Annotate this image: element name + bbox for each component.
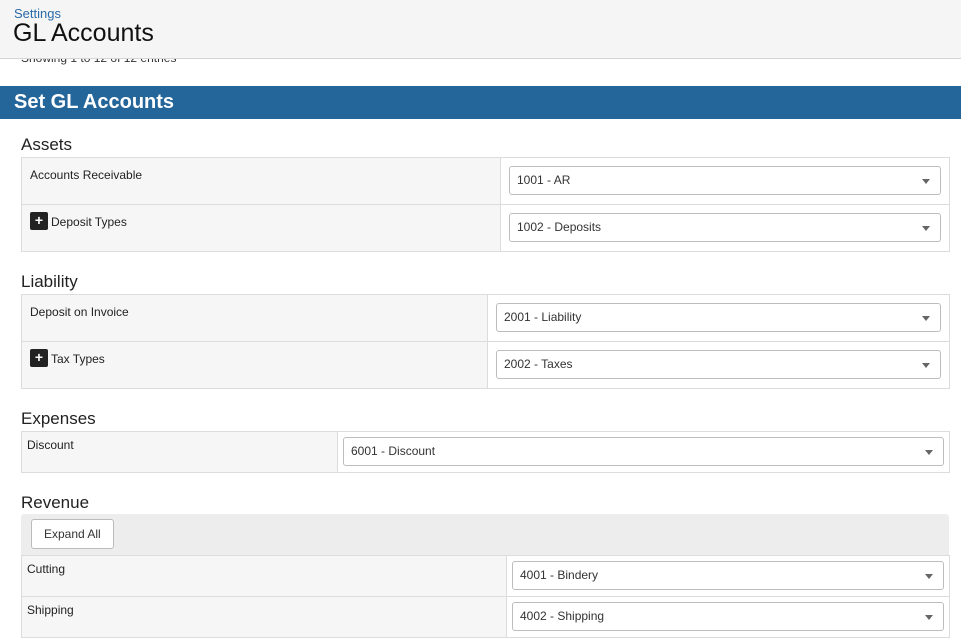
account-cell: 1001 - AR xyxy=(500,157,950,205)
row-label: Cutting xyxy=(21,555,507,597)
account-select[interactable]: 2002 - Taxes xyxy=(496,350,941,379)
select-value: 4001 - Bindery xyxy=(520,568,599,582)
page-title: GL Accounts xyxy=(13,19,154,47)
caret-down-icon xyxy=(922,179,930,184)
account-select[interactable]: 4001 - Bindery xyxy=(512,561,944,590)
row-label: + Tax Types xyxy=(21,341,488,389)
row-label: Deposit on Invoice xyxy=(21,294,488,342)
section-heading-revenue: Revenue xyxy=(21,493,90,512)
expand-plus-button[interactable]: + xyxy=(30,349,48,368)
table-row: + Deposit Types 1002 - Deposits xyxy=(21,204,950,252)
select-value: 6001 - Discount xyxy=(351,444,436,458)
section-heading-expenses: Expenses xyxy=(21,409,96,428)
row-label-text: Cutting xyxy=(27,562,66,576)
assets-table: Accounts Receivable 1001 - AR + Deposit T… xyxy=(21,157,950,252)
select-value: 2002 - Taxes xyxy=(504,357,573,371)
row-label: Accounts Receivable xyxy=(21,157,501,205)
revenue-table: Cutting 4001 - Bindery Shipping 4002 - S… xyxy=(21,555,950,638)
row-label: Discount xyxy=(21,431,338,473)
liability-table: Deposit on Invoice 2001 - Liability + Tax… xyxy=(21,294,950,389)
row-label: + Deposit Types xyxy=(21,204,501,252)
caret-down-icon xyxy=(922,316,930,321)
table-row: Cutting 4001 - Bindery xyxy=(21,555,950,597)
caret-down-icon xyxy=(922,226,930,231)
account-select[interactable]: 1001 - AR xyxy=(509,166,941,195)
expand-plus-button[interactable]: + xyxy=(30,212,48,231)
expenses-table: Discount 6001 - Discount xyxy=(21,431,950,473)
table-row: Accounts Receivable 1001 - AR xyxy=(21,157,950,205)
account-select[interactable]: 1002 - Deposits xyxy=(509,213,941,242)
row-label-text: Accounts Receivable xyxy=(30,168,143,182)
page-header: Settings GL Accounts xyxy=(0,0,961,59)
row-label-text: Deposit on Invoice xyxy=(30,305,129,319)
select-value: 1002 - Deposits xyxy=(517,220,602,234)
expand-all-button[interactable]: Expand All xyxy=(31,519,114,549)
row-label: Shipping xyxy=(21,596,507,638)
account-select[interactable]: 2001 - Liability xyxy=(496,303,941,332)
account-cell: 4001 - Bindery xyxy=(506,555,950,597)
table-row: Discount 6001 - Discount xyxy=(21,431,950,473)
caret-down-icon xyxy=(925,574,933,579)
account-cell: 6001 - Discount xyxy=(337,431,950,473)
section-heading-assets: Assets xyxy=(21,135,73,154)
select-value: 1001 - AR xyxy=(517,173,571,187)
account-cell: 1002 - Deposits xyxy=(500,204,950,252)
section-heading-liability: Liability xyxy=(21,272,78,291)
caret-down-icon xyxy=(922,363,930,368)
row-label-text: Discount xyxy=(27,438,74,452)
account-cell: 2001 - Liability xyxy=(487,294,950,342)
table-row: Deposit on Invoice 2001 - Liability xyxy=(21,294,950,342)
table-row: Shipping 4002 - Shipping xyxy=(21,596,950,638)
row-label-text: Deposit Types xyxy=(51,215,127,229)
row-label-text: Tax Types xyxy=(51,352,105,366)
revenue-toolbar: Expand All xyxy=(21,514,949,556)
account-cell: 4002 - Shipping xyxy=(506,596,950,638)
select-value: 4002 - Shipping xyxy=(520,609,605,623)
caret-down-icon xyxy=(925,615,933,620)
table-row: + Tax Types 2002 - Taxes xyxy=(21,341,950,389)
row-label-text: Shipping xyxy=(27,603,74,617)
caret-down-icon xyxy=(925,450,933,455)
account-select[interactable]: 4002 - Shipping xyxy=(512,602,944,631)
panel-title: Set GL Accounts xyxy=(0,86,961,119)
select-value: 2001 - Liability xyxy=(504,310,582,324)
account-select[interactable]: 6001 - Discount xyxy=(343,437,944,466)
account-cell: 2002 - Taxes xyxy=(487,341,950,389)
